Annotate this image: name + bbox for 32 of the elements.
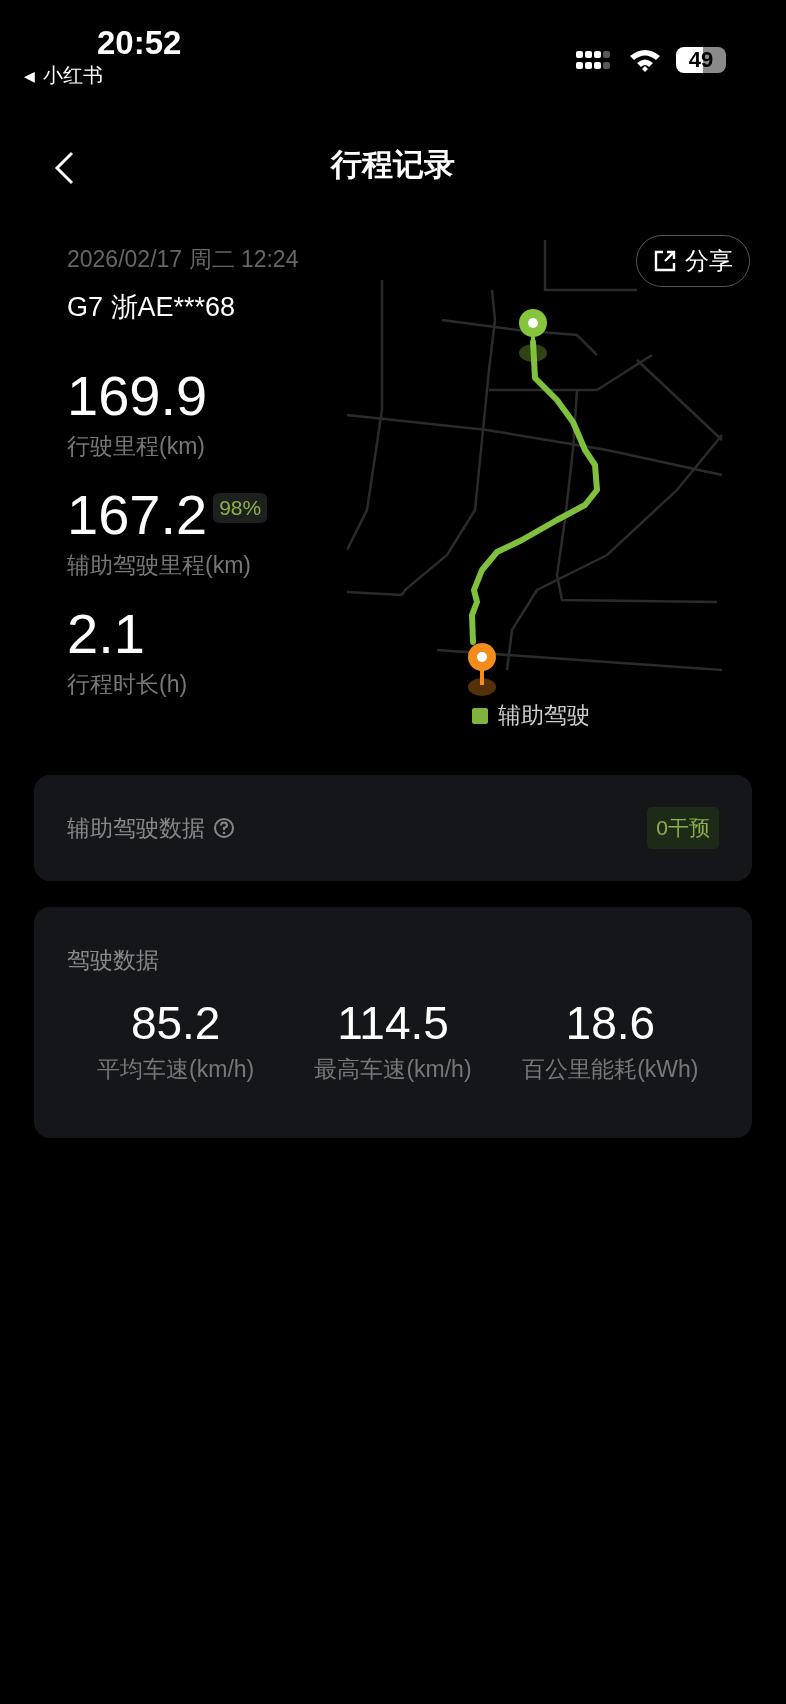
- vehicle-plate: G7 浙AE***68: [67, 291, 237, 324]
- card-title: 驾驶数据: [67, 947, 159, 973]
- stat-label: 行驶里程(km): [67, 432, 206, 461]
- back-to-app-link[interactable]: 小红书: [42, 62, 103, 89]
- stat-value: 167.2: [67, 484, 208, 546]
- back-arrow-glyph[interactable]: ◀: [24, 67, 35, 84]
- metric-value: 18.6: [565, 996, 656, 1050]
- metric-label: 平均车速(km/h): [97, 1055, 255, 1084]
- metric-value: 114.5: [337, 996, 449, 1050]
- share-icon: [653, 249, 677, 273]
- metric-label: 百公里能耗(kWh): [522, 1055, 699, 1084]
- legend-label: 辅助驾驶: [498, 701, 590, 730]
- status-time: 20:52: [97, 24, 182, 62]
- stat-label: 辅助驾驶里程(km): [67, 551, 252, 580]
- assist-data-card[interactable]: 辅助驾驶数据 0干预: [34, 775, 752, 881]
- trip-date: 2026/02/17 周二 12:24: [67, 245, 300, 274]
- share-button[interactable]: 分享: [636, 235, 750, 287]
- help-icon[interactable]: [213, 817, 235, 839]
- intervention-tag: 0干预: [647, 807, 719, 849]
- battery-level: 49: [676, 47, 726, 73]
- stat-value: 2.1: [67, 603, 145, 665]
- chevron-left-icon: [53, 151, 75, 185]
- percent-badge: 98%: [213, 493, 268, 523]
- page-title: 行程记录: [331, 146, 455, 184]
- card-title: 辅助驾驶数据: [67, 813, 205, 843]
- end-pin-icon: [468, 643, 496, 696]
- metric-value: 85.2: [130, 996, 221, 1050]
- stat-label: 行程时长(h): [67, 670, 189, 699]
- wifi-icon: [628, 47, 662, 73]
- legend-swatch: [472, 707, 488, 724]
- metric-label: 最高车速(km/h): [314, 1055, 472, 1084]
- stat-value: 169.9: [67, 365, 208, 427]
